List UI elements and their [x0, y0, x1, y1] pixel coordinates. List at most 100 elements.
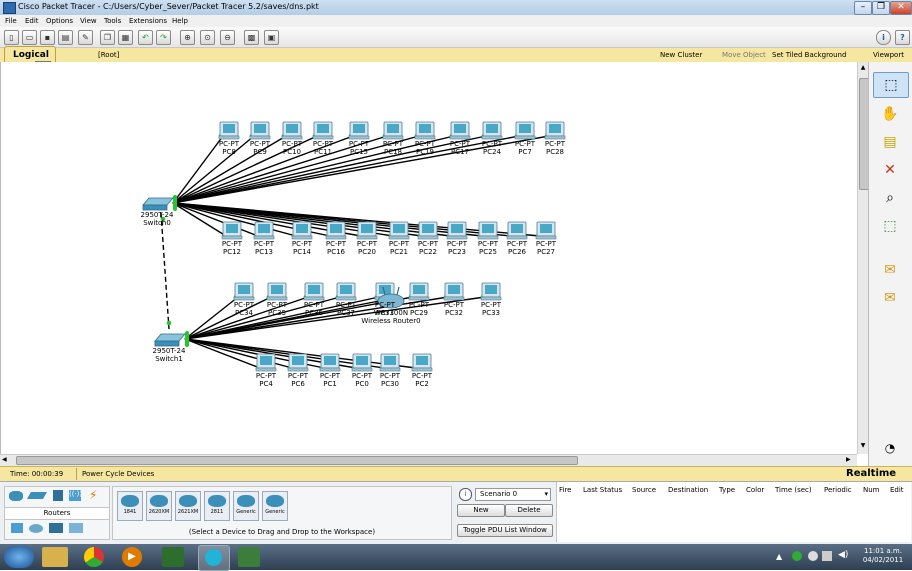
switches-category-icon[interactable]: [26, 492, 48, 499]
print-icon[interactable]: ▤: [58, 30, 73, 45]
pc-name: PC36: [304, 309, 324, 317]
chrome-taskbar-icon[interactable]: [84, 547, 104, 567]
scenario-info-icon[interactable]: i: [459, 488, 472, 501]
maximize-button[interactable]: ❐: [872, 1, 890, 15]
end-devices-category-icon[interactable]: [11, 523, 23, 533]
device-model-3[interactable]: 2811: [204, 491, 230, 521]
select-tool-icon[interactable]: ⬚: [873, 72, 909, 98]
network-app-taskbar-icon[interactable]: [238, 547, 260, 567]
custom-device-icon[interactable]: ▣: [264, 30, 279, 45]
zoom-reset-icon[interactable]: ⊙: [200, 30, 215, 45]
device-model-2[interactable]: 2621XM: [175, 491, 201, 521]
routers-category-icon[interactable]: [9, 491, 23, 501]
wan-emulation-category-icon[interactable]: [29, 524, 43, 533]
delete-scenario-button[interactable]: Delete: [505, 504, 553, 517]
pc-type: PC-PT: [382, 140, 404, 148]
packet-tracer-taskbar-icon[interactable]: [198, 545, 230, 571]
common-tools-bar: ⬚ ✋ ▤ ✕ ⌕ ⬚ ✉ ✉ ◔: [868, 62, 912, 466]
resize-shape-icon[interactable]: ⬚: [873, 214, 907, 238]
realtime-mode-label[interactable]: Realtime: [846, 468, 896, 479]
connections-category-icon[interactable]: ⚡: [89, 488, 97, 502]
pc-name: PC18: [383, 148, 403, 156]
move-layout-hand-icon[interactable]: ✋: [873, 102, 907, 126]
pc-type: PC-PT: [414, 140, 436, 148]
tray-action-center-icon[interactable]: [808, 551, 818, 561]
scenario-select[interactable]: Scenario 0 ▾: [475, 488, 551, 501]
undo-icon[interactable]: ↶: [138, 30, 153, 45]
device-model-label: 1841: [123, 509, 137, 515]
toggle-pdu-list-button[interactable]: Toggle PDU List Window: [457, 524, 553, 537]
scroll-down-icon[interactable]: ▼: [859, 442, 867, 450]
paste-icon[interactable]: ▦: [118, 30, 133, 45]
palette-icon[interactable]: ▩: [244, 30, 259, 45]
tray-app-icon[interactable]: [792, 551, 802, 561]
pc-type: PC-PT: [480, 301, 502, 309]
move-object-button[interactable]: Move Object: [722, 48, 766, 62]
menu-tools[interactable]: Tools: [104, 15, 121, 27]
set-tiled-background-button[interactable]: Set Tiled Background: [772, 48, 846, 62]
menu-help[interactable]: Help: [172, 15, 188, 27]
add-simple-pdu-icon[interactable]: ✉: [873, 258, 907, 282]
realtime-mode-icon[interactable]: ◔: [873, 436, 907, 460]
pc-name: PC8: [222, 148, 236, 156]
pc-label: PC-PT PC7: [508, 140, 542, 156]
scroll-right-icon[interactable]: ▶: [846, 456, 851, 463]
info-icon[interactable]: i: [876, 30, 891, 45]
activity-wizard-icon[interactable]: ✎: [78, 30, 93, 45]
menu-view[interactable]: View: [80, 15, 97, 27]
new-file-icon[interactable]: ▯: [4, 30, 19, 45]
viewport-button[interactable]: Viewport: [873, 48, 904, 62]
wireless-category-icon[interactable]: ((·)): [69, 490, 82, 501]
pdu-col-num: Num: [863, 486, 880, 494]
pc-name: PC2: [415, 380, 429, 388]
zoom-in-icon[interactable]: ⊕: [180, 30, 195, 45]
custom-devices-category-icon[interactable]: [49, 523, 63, 533]
pc-type: PC-PT: [233, 301, 255, 309]
os-taskbar: ▶ ▲ ◀) 11:01 a.m. 04/02/2011: [0, 544, 912, 571]
media-player-taskbar-icon[interactable]: ▶: [122, 547, 142, 567]
open-folder-icon[interactable]: ▭: [22, 30, 37, 45]
pc-label: PC-PT PC12: [215, 240, 249, 256]
new-cluster-button[interactable]: New Cluster: [660, 48, 702, 62]
pdu-col-last-status: Last Status: [583, 486, 623, 494]
close-button[interactable]: ✕: [890, 1, 912, 15]
device-model-5[interactable]: Generic: [262, 491, 288, 521]
device-model-4[interactable]: Generic: [233, 491, 259, 521]
horizontal-scroll-thumb[interactable]: [16, 456, 578, 465]
logical-workspace[interactable]: 2950T-24 Switch0 2950T-24 Switch1 PC-PT PC8 PC…: [0, 62, 858, 454]
device-model-1[interactable]: 2620XM: [146, 491, 172, 521]
start-button[interactable]: [4, 546, 34, 568]
menu-extensions[interactable]: Extensions: [129, 15, 167, 27]
chevron-down-icon: ▾: [544, 490, 548, 498]
menu-options[interactable]: Options: [46, 15, 73, 27]
tray-volume-icon[interactable]: ◀): [838, 550, 848, 560]
device-model-0[interactable]: 1841: [117, 491, 143, 521]
new-scenario-button[interactable]: New: [457, 504, 505, 517]
tray-network-icon[interactable]: [822, 551, 832, 561]
power-cycle-button[interactable]: Power Cycle Devices: [82, 470, 154, 478]
horizontal-scrollbar[interactable]: ◀ ▶: [0, 454, 857, 466]
tray-clock[interactable]: 11:01 a.m. 04/02/2011: [856, 547, 910, 565]
help-icon[interactable]: ?: [895, 30, 910, 45]
save-icon[interactable]: ▪: [40, 30, 55, 45]
place-note-icon[interactable]: ▤: [873, 130, 907, 154]
menu-file[interactable]: File: [5, 15, 17, 27]
app-taskbar-icon[interactable]: [162, 547, 184, 567]
tray-expand-icon[interactable]: ▲: [776, 552, 782, 561]
inspect-icon[interactable]: ⌕: [873, 186, 907, 210]
delete-icon[interactable]: ✕: [873, 158, 907, 182]
pc-label: PC-PT PC16: [319, 240, 353, 256]
hubs-category-icon[interactable]: [53, 490, 63, 501]
add-complex-pdu-icon[interactable]: ✉: [873, 286, 907, 310]
scroll-up-icon[interactable]: ▲: [859, 64, 867, 72]
redo-icon[interactable]: ↷: [156, 30, 171, 45]
menu-edit[interactable]: Edit: [25, 15, 39, 27]
zoom-out-icon[interactable]: ⊖: [220, 30, 235, 45]
explorer-taskbar-icon[interactable]: [42, 547, 68, 567]
root-label[interactable]: [Root]: [98, 48, 119, 62]
scroll-left-icon[interactable]: ◀: [2, 456, 7, 463]
minimize-button[interactable]: –: [854, 1, 872, 15]
multiuser-category-icon[interactable]: [69, 523, 83, 533]
pc-name: PC7: [518, 148, 532, 156]
copy-icon[interactable]: ❐: [100, 30, 115, 45]
